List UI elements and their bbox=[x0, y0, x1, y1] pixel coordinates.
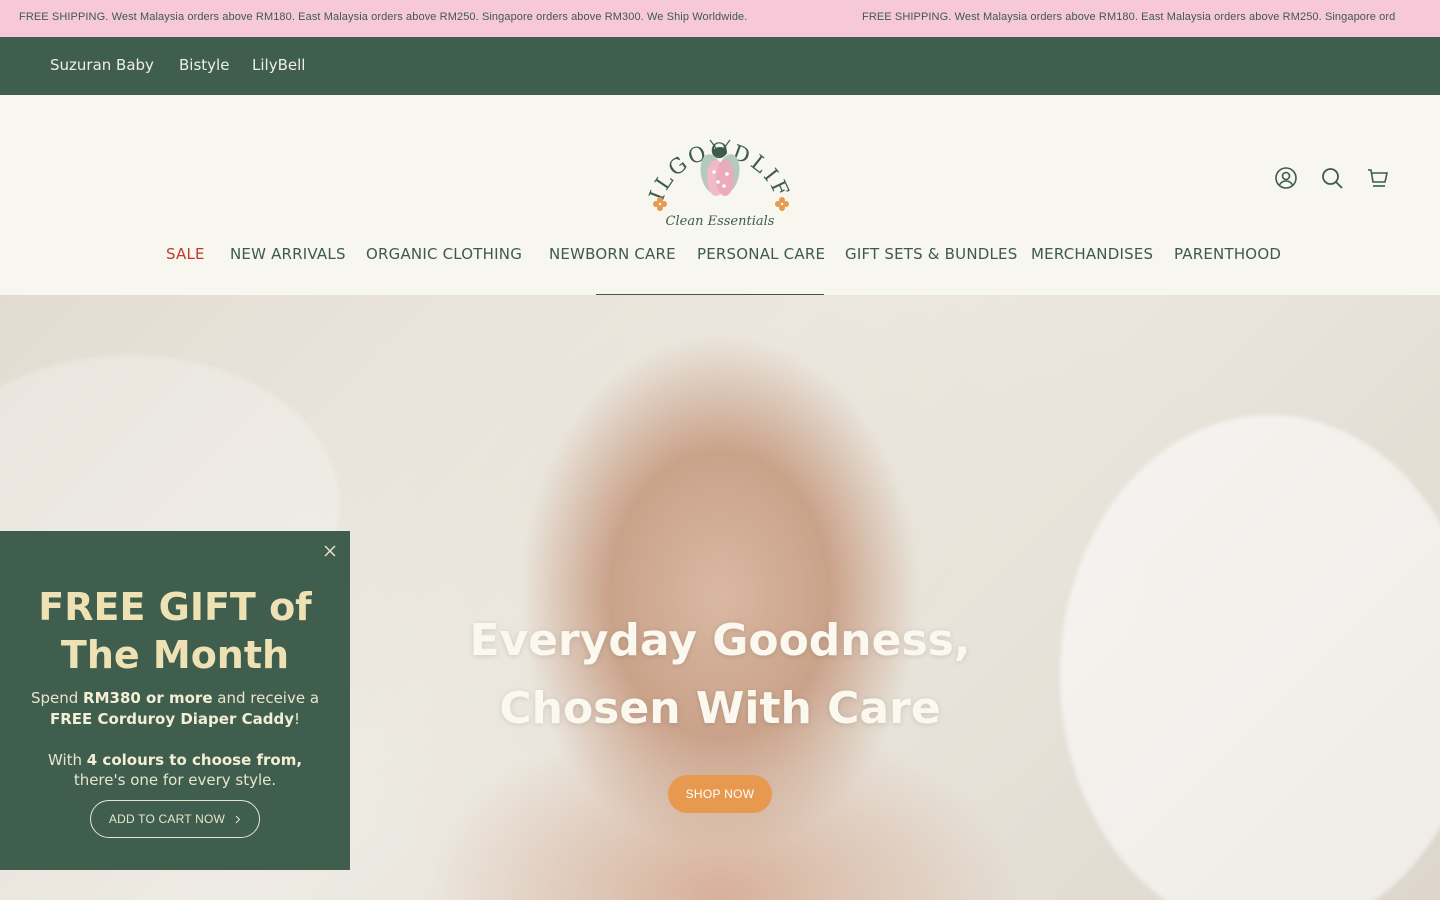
popup-offer-amount: RM380 or more bbox=[83, 689, 213, 707]
brand-link-lilybell[interactable]: LilyBell bbox=[252, 56, 305, 74]
nav-item-newborn-care[interactable]: NEWBORN CARE bbox=[549, 245, 676, 263]
popup-offer-text: and receive a bbox=[212, 689, 320, 707]
nav-item-organic-clothing[interactable]: ORGANIC CLOTHING bbox=[366, 245, 522, 263]
site-logo[interactable]: LILGOODLIFE Clean Essentials bbox=[639, 103, 792, 232]
add-to-cart-button[interactable]: ADD TO CART NOW bbox=[90, 800, 260, 838]
main-nav: SALE NEW ARRIVALS ORGANIC CLOTHING NEWBO… bbox=[0, 245, 1440, 269]
announcement-bar: FREE SHIPPING. West Malaysia orders abov… bbox=[0, 0, 1440, 37]
logo-graphic: LILGOODLIFE Clean Essentials bbox=[639, 103, 792, 229]
account-icon[interactable] bbox=[1273, 165, 1299, 191]
popup-colours-line2: there's one for every style. bbox=[73, 771, 277, 789]
shop-now-button[interactable]: SHOP NOW bbox=[668, 775, 772, 813]
add-to-cart-label: ADD TO CART NOW bbox=[108, 812, 226, 826]
popup-title-line2: The Month bbox=[60, 633, 290, 677]
chevron-right-icon bbox=[235, 815, 241, 823]
brand-link-suzuran-baby[interactable]: Suzuran Baby bbox=[50, 56, 154, 74]
nav-item-merchandises[interactable]: MERCHANDISES bbox=[1031, 245, 1153, 263]
nav-item-personal-care[interactable]: PERSONAL CARE bbox=[697, 245, 825, 263]
popup-colours-line1: With 4 colours to choose from, bbox=[0, 750, 350, 770]
popup-offer-line1: Spend RM380 or more and receive a bbox=[0, 688, 350, 708]
nav-item-gift-sets-bundles[interactable]: GIFT SETS & BUNDLES bbox=[845, 245, 1017, 263]
popup-offer-text: Spend bbox=[30, 689, 84, 707]
brand-link-bistyle[interactable]: Bistyle bbox=[179, 56, 229, 74]
popup-offer-line2: FREE Corduroy Diaper Caddy! bbox=[0, 709, 350, 729]
close-icon[interactable] bbox=[322, 543, 338, 559]
announcement-text: FREE SHIPPING. West Malaysia orders abov… bbox=[19, 11, 748, 23]
site-header: LILGOODLIFE Clean Essentials bbox=[0, 95, 1440, 296]
popup-title-line1: FREE GIFT of bbox=[38, 585, 312, 629]
search-icon[interactable] bbox=[1319, 165, 1345, 191]
nav-item-sale[interactable]: SALE bbox=[166, 245, 205, 263]
free-gift-popup: FREE GIFT of The Month Spend RM380 or mo… bbox=[0, 531, 350, 870]
popup-gift-name: FREE Corduroy Diaper Caddy bbox=[50, 710, 294, 728]
cart-icon[interactable] bbox=[1365, 165, 1391, 191]
announcement-text-repeat: FREE SHIPPING. West Malaysia orders abov… bbox=[862, 11, 1396, 23]
popup-colours-count: 4 colours to choose from, bbox=[86, 751, 303, 769]
popup-colours-text: With bbox=[47, 751, 87, 769]
popup-offer-text: ! bbox=[293, 710, 300, 728]
nav-item-new-arrivals[interactable]: NEW ARRIVALS bbox=[230, 245, 346, 263]
logo-tagline: Clean Essentials bbox=[666, 214, 775, 229]
brand-bar: Suzuran Baby Bistyle LilyBell bbox=[0, 37, 1440, 95]
nav-item-parenthood[interactable]: PARENTHOOD bbox=[1174, 245, 1281, 263]
